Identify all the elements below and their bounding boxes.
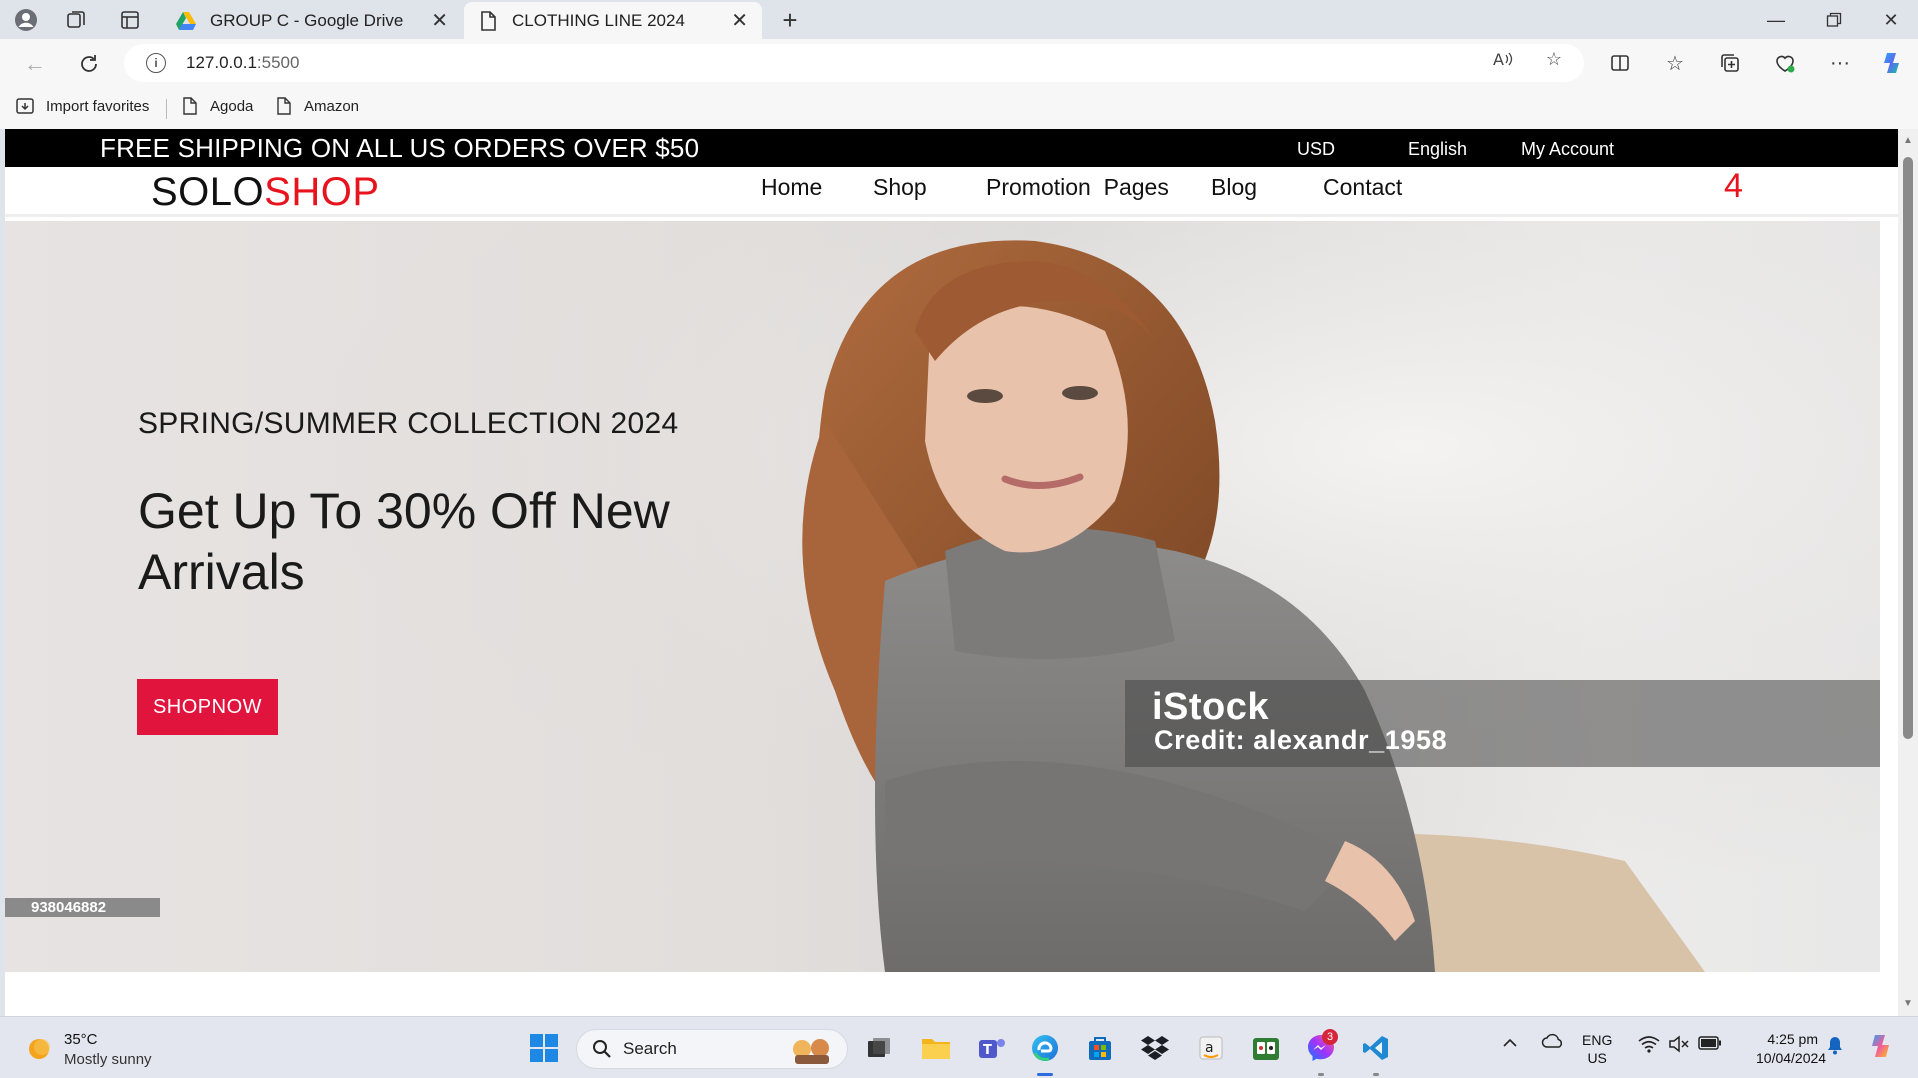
scroll-down-icon[interactable]: ▼ — [1902, 998, 1914, 1010]
google-drive-icon — [176, 11, 196, 31]
refresh-icon[interactable] — [74, 49, 104, 79]
favorite-star-icon[interactable]: ☆ — [1543, 48, 1565, 70]
hero-banner: SPRING/SUMMER COLLECTION 2024 Get Up To … — [5, 221, 1880, 972]
weather-description[interactable]: Mostly sunny — [64, 1051, 152, 1068]
taskbar-search-input[interactable]: Search — [576, 1029, 848, 1069]
vscode-running-indicator — [1373, 1073, 1379, 1076]
site-logo[interactable]: SOLOSHOP — [151, 170, 380, 215]
messenger-notification-badge: 3 — [1322, 1029, 1338, 1045]
favorites-bar: Import favorites Agoda Amazon — [0, 87, 1918, 129]
close-window-icon[interactable]: ✕ — [1877, 6, 1905, 34]
page-viewport: FREE SHIPPING ON ALL US ORDERS OVER $50 … — [5, 129, 1898, 1016]
collections-icon[interactable] — [1716, 49, 1744, 77]
svg-text:T: T — [983, 1043, 992, 1058]
nav-shop[interactable]: Shop — [873, 174, 927, 201]
messenger-running-indicator — [1318, 1073, 1324, 1076]
microsoft-store-icon[interactable] — [1083, 1031, 1117, 1065]
show-hidden-icons-chevron-icon[interactable] — [1502, 1035, 1518, 1053]
favorite-amazon[interactable]: Amazon — [274, 96, 359, 116]
edge-browser-icon[interactable] — [1028, 1031, 1062, 1065]
minimize-icon[interactable]: — — [1762, 6, 1790, 34]
photo-credit: Credit: alexandr_1958 — [1154, 725, 1448, 755]
scroll-up-icon[interactable]: ▲ — [1902, 135, 1914, 147]
new-tab-plus-icon[interactable]: + — [776, 5, 804, 35]
nav-blog[interactable]: Blog — [1211, 174, 1257, 201]
solitaire-icon[interactable] — [1249, 1031, 1283, 1065]
input-language-indicator[interactable]: ENG US — [1582, 1031, 1612, 1067]
tab-clothing-line[interactable]: CLOTHING LINE 2024 ✕ — [464, 2, 762, 39]
nav-promotion-pages[interactable]: Promotion Pages — [986, 174, 1169, 201]
free-shipping-text: FREE SHIPPING ON ALL US ORDERS OVER $50 — [100, 133, 700, 163]
nav-contact[interactable]: Contact — [1323, 174, 1402, 201]
copilot-icon[interactable] — [1878, 49, 1906, 77]
site-info-icon[interactable]: i — [146, 53, 166, 73]
restore-icon[interactable] — [1820, 6, 1848, 34]
volume-muted-icon[interactable] — [1668, 1035, 1690, 1057]
url-text: 127.0.0.1:5500 — [186, 53, 300, 72]
istock-watermark-logo: iStock — [1152, 686, 1270, 728]
tab-title: CLOTHING LINE 2024 — [512, 10, 685, 30]
teams-icon[interactable]: T — [975, 1031, 1009, 1065]
stock-image-id: 938046882 — [5, 898, 160, 917]
address-bar-row: ← i 127.0.0.1:5500 A ☆ ☆ ··· — [0, 39, 1918, 87]
system-clock[interactable]: 4:25 pm 10/04/2024 — [1756, 1030, 1826, 1068]
language-selector[interactable]: English — [1408, 139, 1467, 160]
search-highlight-icon — [789, 1035, 835, 1070]
close-tab-icon[interactable]: ✕ — [431, 8, 448, 33]
page-icon — [274, 96, 294, 116]
favorites-icon[interactable]: ☆ — [1661, 49, 1689, 77]
workspaces-icon[interactable] — [62, 6, 90, 34]
favorite-agoda[interactable]: Agoda — [180, 96, 253, 116]
tab-actions-icon[interactable] — [116, 6, 144, 34]
favorites-divider — [166, 99, 167, 119]
profile-icon[interactable] — [12, 6, 40, 34]
page-scrollbar[interactable]: ▲ ▼ — [1898, 129, 1918, 1016]
shop-now-button[interactable]: SHOPNOW — [137, 679, 278, 735]
read-aloud-icon[interactable]: A — [1492, 48, 1514, 70]
page-icon — [478, 10, 498, 31]
browser-tab-bar: GROUP C - Google Drive ✕ CLOTHING LINE 2… — [0, 0, 1918, 39]
battery-icon[interactable] — [1698, 1036, 1722, 1054]
dropbox-icon[interactable] — [1138, 1031, 1172, 1065]
hero-title: Get Up To 30% Off New Arrivals — [138, 483, 670, 600]
more-menu-icon[interactable]: ··· — [1826, 49, 1854, 77]
split-screen-icon[interactable] — [1606, 49, 1634, 77]
search-icon — [591, 1038, 613, 1060]
promo-top-bar: FREE SHIPPING ON ALL US ORDERS OVER $50 … — [5, 129, 1898, 167]
currency-selector[interactable]: USD — [1297, 139, 1335, 160]
tab-title: GROUP C - Google Drive — [210, 10, 404, 30]
nav-home[interactable]: Home — [761, 174, 822, 201]
notification-bell-icon[interactable] — [1826, 1035, 1844, 1059]
file-explorer-icon[interactable] — [919, 1031, 953, 1065]
windows-start-icon[interactable] — [527, 1031, 561, 1065]
svg-text:a: a — [1205, 1040, 1214, 1056]
weather-sun-icon[interactable] — [24, 1034, 54, 1064]
browser-essentials-icon[interactable] — [1771, 49, 1799, 77]
address-input[interactable]: i 127.0.0.1:5500 — [124, 44, 1584, 82]
favorite-import[interactable]: Import favorites — [16, 96, 149, 116]
page-icon — [180, 96, 200, 116]
edge-active-indicator — [1037, 1073, 1053, 1076]
windows-taskbar: 35°C Mostly sunny Search T a 3 ENG US 4:… — [0, 1016, 1918, 1078]
tab-google-drive[interactable]: GROUP C - Google Drive ✕ — [164, 2, 462, 39]
hero-subtitle: SPRING/SUMMER COLLECTION 2024 — [138, 407, 679, 440]
onedrive-cloud-icon[interactable] — [1541, 1033, 1565, 1053]
close-tab-icon[interactable]: ✕ — [731, 8, 748, 33]
svg-text:A: A — [1493, 50, 1504, 69]
site-header: SOLOSHOP Home Shop Promotion Pages Blog … — [5, 167, 1898, 217]
cart-count[interactable]: 4 — [1724, 167, 1743, 206]
scroll-thumb[interactable] — [1903, 157, 1913, 739]
task-view-icon[interactable] — [862, 1031, 896, 1065]
weather-temp[interactable]: 35°C — [64, 1031, 98, 1048]
copilot-taskbar-icon[interactable] — [1866, 1031, 1896, 1065]
vscode-icon[interactable] — [1359, 1031, 1393, 1065]
back-arrow-icon[interactable]: ← — [20, 49, 50, 79]
my-account-link[interactable]: My Account — [1521, 139, 1614, 160]
import-icon — [16, 96, 36, 116]
amazon-app-icon[interactable]: a — [1194, 1031, 1228, 1065]
wifi-icon[interactable] — [1638, 1035, 1660, 1057]
